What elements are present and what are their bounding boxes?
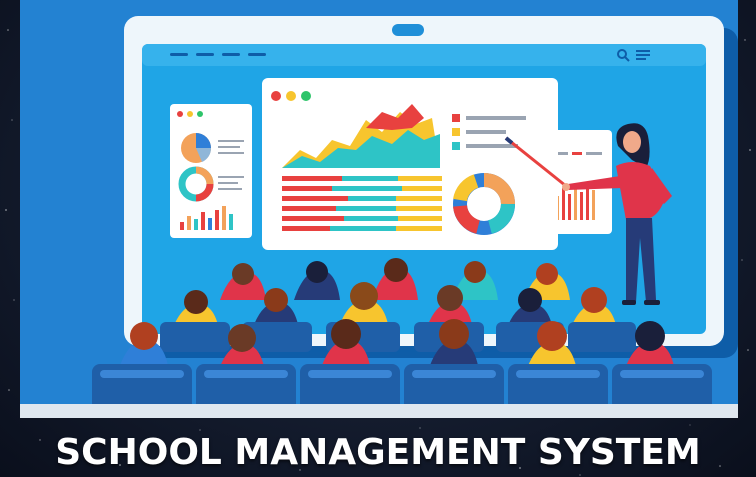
page-title: SCHOOL MANAGEMENT SYSTEM bbox=[55, 432, 701, 473]
webcam-icon bbox=[392, 24, 424, 36]
main-chart-card bbox=[262, 78, 558, 250]
presentation-scene bbox=[20, 0, 738, 418]
left-chart-card bbox=[170, 104, 252, 238]
pie-chart-icon bbox=[181, 133, 212, 163]
floor bbox=[20, 404, 738, 418]
classroom-illustration bbox=[20, 0, 738, 418]
